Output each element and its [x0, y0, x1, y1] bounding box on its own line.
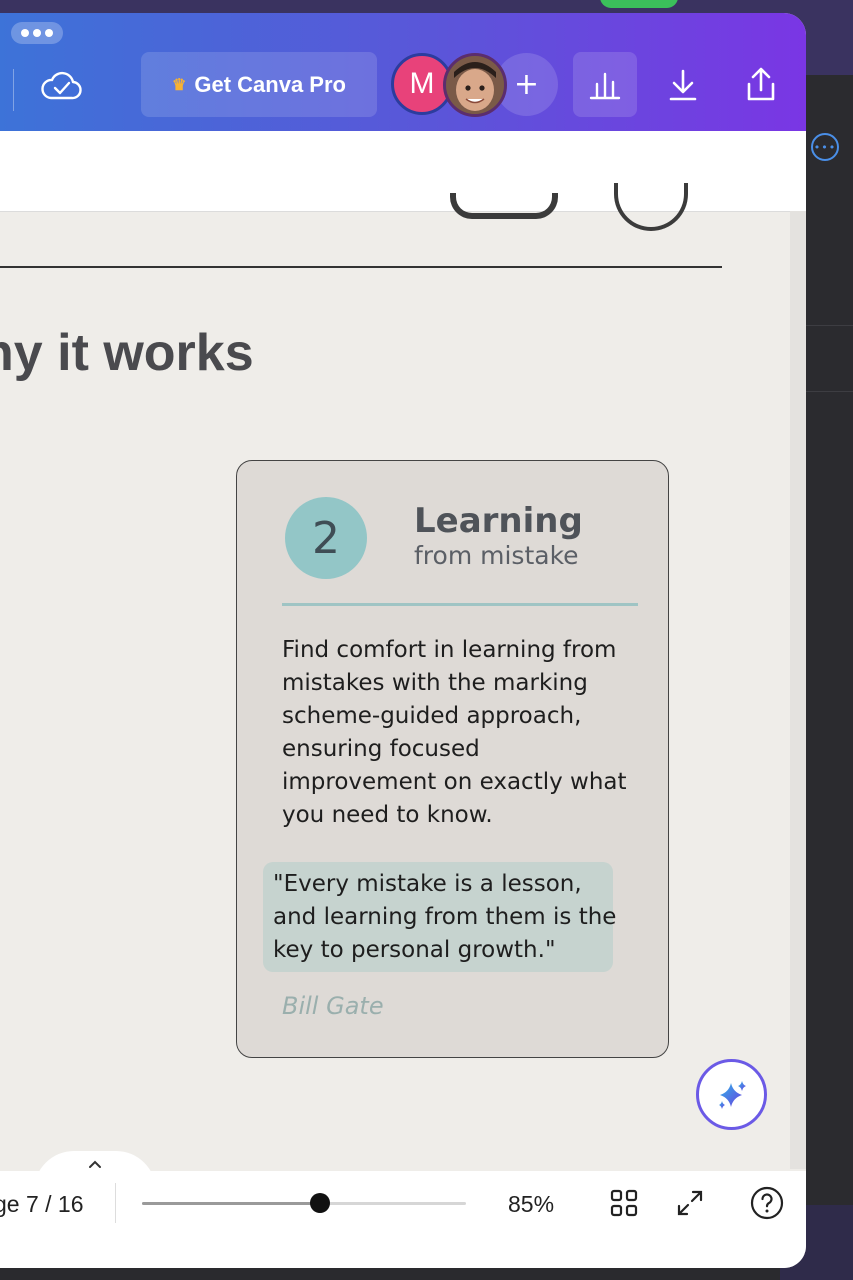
fullscreen-icon[interactable] — [672, 1185, 708, 1221]
download-icon[interactable] — [651, 52, 715, 117]
share-icon[interactable] — [729, 52, 793, 117]
step-number-badge: 2 — [285, 497, 367, 579]
card-divider — [282, 603, 638, 606]
help-icon[interactable] — [749, 1185, 785, 1221]
card-body-text: Find comfort in learning from mistakes w… — [282, 637, 627, 828]
divider-line — [0, 266, 722, 268]
decorative-shape — [614, 183, 688, 231]
decorative-shape — [450, 193, 558, 219]
quote-text: "Every mistake is a lesson, and learning… — [273, 871, 617, 963]
cloud-check-icon[interactable] — [40, 68, 84, 102]
crown-icon: ♛ — [172, 76, 187, 94]
top-toolbar: ♛ Get Canva Pro M + — [0, 13, 806, 131]
toolbar-divider — [13, 69, 14, 111]
feature-card[interactable]: 2 Learning from mistake Find comfort in … — [236, 460, 669, 1058]
page-indicator[interactable]: ge 7 / 16 — [0, 1191, 84, 1218]
status-pill — [600, 0, 678, 8]
zoom-level[interactable]: 85% — [508, 1191, 554, 1218]
get-canva-pro-button[interactable]: ♛ Get Canva Pro — [141, 52, 377, 117]
more-icon[interactable]: ••• — [811, 133, 839, 161]
divider — [806, 391, 853, 392]
get-pro-label: Get Canva Pro — [194, 71, 346, 97]
avatar-photo[interactable] — [443, 53, 507, 117]
side-panel — [806, 75, 853, 1205]
section-heading: ny it works — [0, 324, 254, 382]
scrollbar[interactable] — [790, 211, 806, 1169]
quote-author: Bill Gate — [282, 992, 384, 1020]
divider — [806, 325, 853, 326]
bottom-divider — [115, 1183, 116, 1223]
card-subtitle: from mistake — [414, 541, 579, 570]
window-menu-button[interactable] — [11, 22, 63, 44]
bar-chart-icon[interactable] — [573, 52, 637, 117]
grid-view-icon[interactable] — [606, 1185, 642, 1221]
dot — [45, 29, 53, 37]
zoom-slider-fill — [142, 1202, 321, 1205]
dot — [33, 29, 41, 37]
magic-sparkle-icon[interactable] — [696, 1059, 767, 1130]
card-title: Learning — [414, 501, 583, 541]
editor-window: ♛ Get Canva Pro M + ny it works 2 Learni… — [0, 13, 806, 1268]
dot — [21, 29, 29, 37]
